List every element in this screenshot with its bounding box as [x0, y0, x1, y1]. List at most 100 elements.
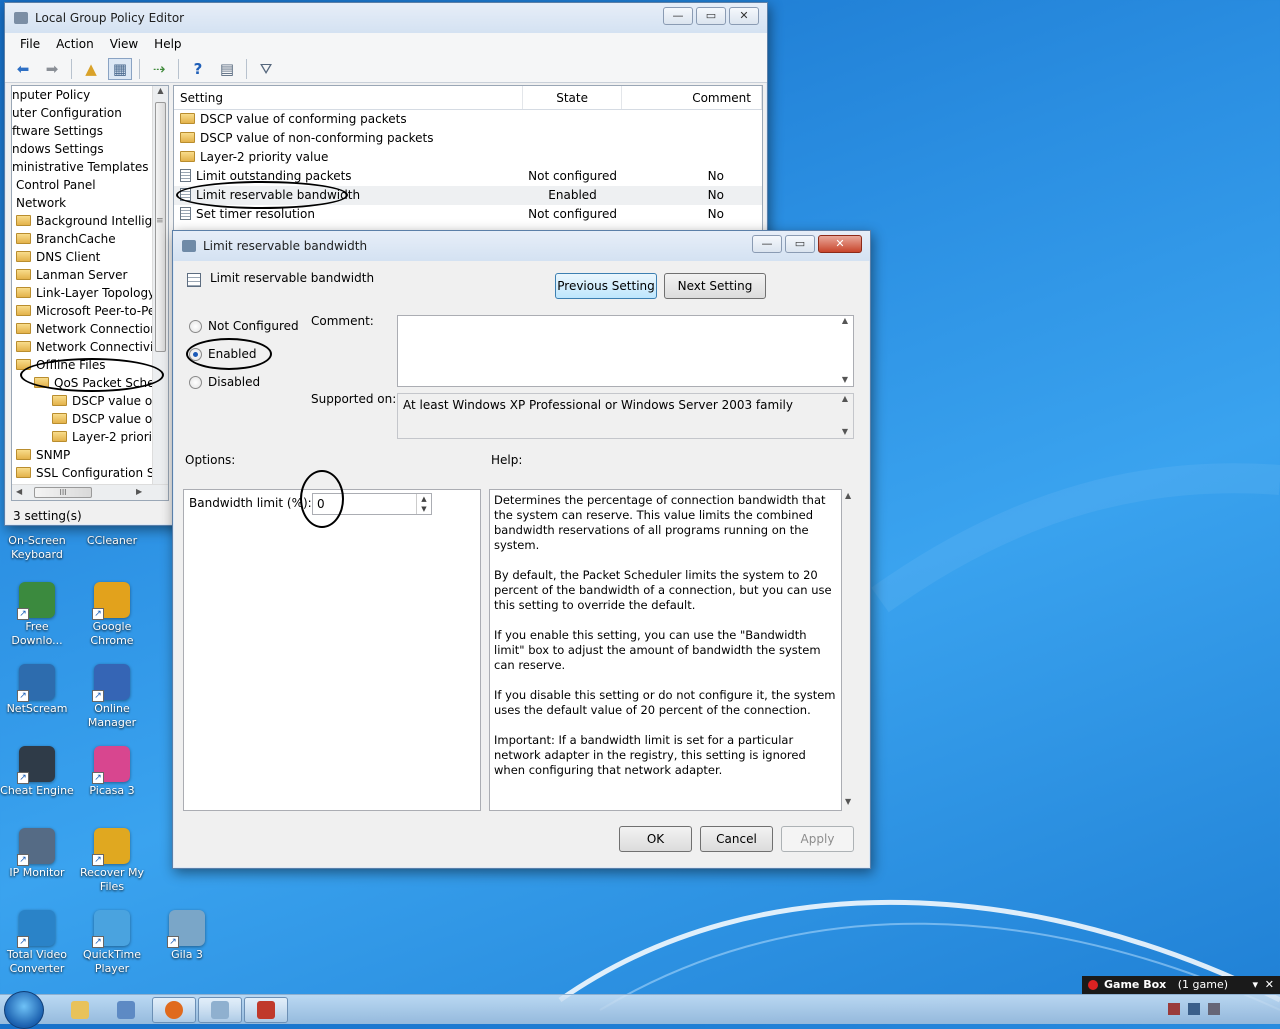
menu-help[interactable]: Help: [154, 33, 181, 55]
tree-item[interactable]: ndows Settings: [12, 140, 104, 158]
tree-item[interactable]: Microsoft Peer-to-Pee: [16, 302, 163, 320]
dialog-titlebar[interactable]: Limit reservable bandwidth — ▭ ✕: [173, 231, 870, 261]
desktop-icon[interactable]: ↗ Total Video Converter: [0, 910, 76, 976]
filter-icon[interactable]: ⛛: [254, 58, 278, 80]
desktop-icon[interactable]: ↗ Recover My Files: [73, 828, 151, 894]
desktop-icon[interactable]: ↗ Cheat Engine: [0, 746, 76, 798]
tree-item[interactable]: Network: [16, 194, 66, 212]
tree-item[interactable]: SNMP: [16, 446, 70, 464]
taskbar-policy-editor[interactable]: [198, 997, 242, 1023]
scroll-up-arrow-icon[interactable]: ▲: [153, 86, 168, 95]
show-hide-tree-icon[interactable]: ▦: [108, 57, 132, 80]
tree-item[interactable]: nputer Policy: [12, 86, 90, 104]
tree-item[interactable]: ministrative Templates: [12, 158, 149, 176]
minimize-button[interactable]: —: [663, 7, 693, 25]
desktop-icon[interactable]: ↗ Gila 3: [148, 910, 226, 962]
spinner-up-icon[interactable]: ▲: [416, 494, 431, 504]
radio-enabled[interactable]: Enabled: [189, 347, 257, 361]
table-row[interactable]: Limit reservable bandwidth Enabled No: [174, 186, 762, 205]
radio-not-configured-dot[interactable]: [189, 319, 202, 333]
previous-setting-button[interactable]: Previous Setting: [555, 273, 657, 299]
gamebox-dropdown-icon[interactable]: ▾: [1252, 976, 1258, 994]
menu-action[interactable]: Action: [56, 33, 94, 55]
gpe-titlebar[interactable]: Local Group Policy Editor — ▭ ✕: [5, 3, 767, 33]
keyboard-icon[interactable]: On-Screen Keyboard: [0, 534, 76, 562]
policy-tree[interactable]: nputer Policy uter Configuration ftware Se…: [11, 85, 169, 501]
supported-scrollbar[interactable]: ▲ ▼: [837, 394, 853, 438]
cancel-button[interactable]: Cancel: [700, 826, 773, 852]
next-setting-button[interactable]: Next Setting: [664, 273, 766, 299]
tree-item[interactable]: ftware Settings: [12, 122, 103, 140]
bandwidth-limit-value[interactable]: 0: [317, 497, 325, 511]
comment-textarea[interactable]: ▲ ▼: [397, 315, 854, 387]
taskbar-explorer[interactable]: [58, 997, 102, 1023]
spinner-down-icon[interactable]: ▼: [416, 504, 431, 514]
tree-item[interactable]: Offline Files: [16, 356, 106, 374]
tree-vscroll-thumb[interactable]: [155, 102, 166, 352]
dialog-maximize-button[interactable]: ▭: [785, 235, 815, 253]
column-setting[interactable]: Setting: [174, 86, 523, 109]
tree-item[interactable]: Network Connections: [16, 320, 164, 338]
tree-item[interactable]: Lanman Server: [16, 266, 127, 284]
desktop-icon[interactable]: ↗ Google Chrome: [73, 582, 151, 648]
properties-icon[interactable]: ▤: [215, 58, 239, 80]
close-button[interactable]: ✕: [729, 7, 759, 25]
export-list-icon[interactable]: ⇢: [147, 58, 171, 80]
radio-not-configured[interactable]: Not Configured: [189, 319, 299, 333]
tree-horizontal-scrollbar[interactable]: ◀ III ▶: [12, 484, 168, 500]
desktop-icon[interactable]: ↗ NetScream: [0, 664, 76, 716]
tree-item[interactable]: BranchCache: [16, 230, 116, 248]
taskbar-firefox[interactable]: [152, 997, 196, 1023]
desktop-icon[interactable]: ↗ Free Downlo...: [0, 582, 76, 648]
column-comment[interactable]: Comment: [622, 86, 762, 109]
table-row[interactable]: Layer-2 priority value: [174, 148, 762, 167]
settings-list[interactable]: Setting State Comment DSCP value of conf…: [173, 85, 763, 235]
apply-button[interactable]: Apply: [781, 826, 854, 852]
tree-item[interactable]: Link-Layer Topology: [16, 284, 155, 302]
table-row[interactable]: Limit outstanding packets Not configured N…: [174, 167, 762, 186]
ccleaner-icon[interactable]: CCleaner: [73, 534, 151, 548]
tree-item[interactable]: Network Connectivity: [16, 338, 165, 356]
desktop-icon[interactable]: ↗ QuickTime Player: [73, 910, 151, 976]
tree-vertical-scrollbar[interactable]: ▲ ≡: [152, 86, 168, 484]
help-scroll-up-icon[interactable]: ▲: [845, 491, 851, 500]
menu-file[interactable]: File: [20, 33, 40, 55]
radio-disabled-dot[interactable]: [189, 375, 202, 389]
tree-item[interactable]: DNS Client: [16, 248, 100, 266]
scroll-right-arrow-icon[interactable]: ▶: [136, 487, 142, 496]
radio-enabled-dot[interactable]: [189, 347, 202, 361]
help-icon[interactable]: ?: [186, 58, 210, 80]
desktop-icon[interactable]: ↗ Online Manager: [73, 664, 151, 730]
tree-hscroll-thumb[interactable]: III: [34, 487, 92, 498]
column-state[interactable]: State: [523, 86, 623, 109]
radio-disabled[interactable]: Disabled: [189, 375, 260, 389]
back-arrow-icon[interactable]: ⬅: [11, 58, 35, 80]
tree-item[interactable]: Control Panel: [16, 176, 96, 194]
ok-button[interactable]: OK: [619, 826, 692, 852]
table-row[interactable]: Set timer resolution Not configured No: [174, 205, 762, 224]
table-row[interactable]: DSCP value of non-conforming packets: [174, 129, 762, 148]
comment-scrollbar[interactable]: ▲ ▼: [837, 316, 853, 386]
tray-network-icon[interactable]: [1188, 1003, 1200, 1015]
menu-view[interactable]: View: [110, 33, 138, 55]
maximize-button[interactable]: ▭: [696, 7, 726, 25]
tree-item[interactable]: Background Intelliger: [16, 212, 165, 230]
scroll-left-arrow-icon[interactable]: ◀: [16, 487, 22, 496]
desktop-icon[interactable]: ↗ Picasa 3: [73, 746, 151, 798]
dialog-minimize-button[interactable]: —: [752, 235, 782, 253]
forward-arrow-icon[interactable]: ➡: [40, 58, 64, 80]
taskbar-app-5[interactable]: [244, 997, 288, 1023]
gamebox-close-icon[interactable]: ✕: [1265, 976, 1274, 994]
table-row[interactable]: DSCP value of conforming packets: [174, 110, 762, 129]
desktop-icon[interactable]: ↗ IP Monitor: [0, 828, 76, 880]
tray-flag-icon[interactable]: [1168, 1003, 1180, 1015]
gamebox-bar[interactable]: Game Box (1 game) ▾ ✕: [1082, 976, 1280, 994]
taskbar-app-2[interactable]: [104, 997, 148, 1023]
tree-item[interactable]: uter Configuration: [12, 104, 122, 122]
tree-item[interactable]: SSL Configuration Set: [16, 464, 167, 482]
bandwidth-limit-spinner[interactable]: 0 ▲ ▼: [312, 493, 432, 515]
start-button[interactable]: [4, 991, 44, 1029]
tray-volume-icon[interactable]: [1208, 1003, 1220, 1015]
up-folder-icon[interactable]: ▲: [79, 58, 103, 80]
dialog-close-button[interactable]: ✕: [818, 235, 862, 253]
